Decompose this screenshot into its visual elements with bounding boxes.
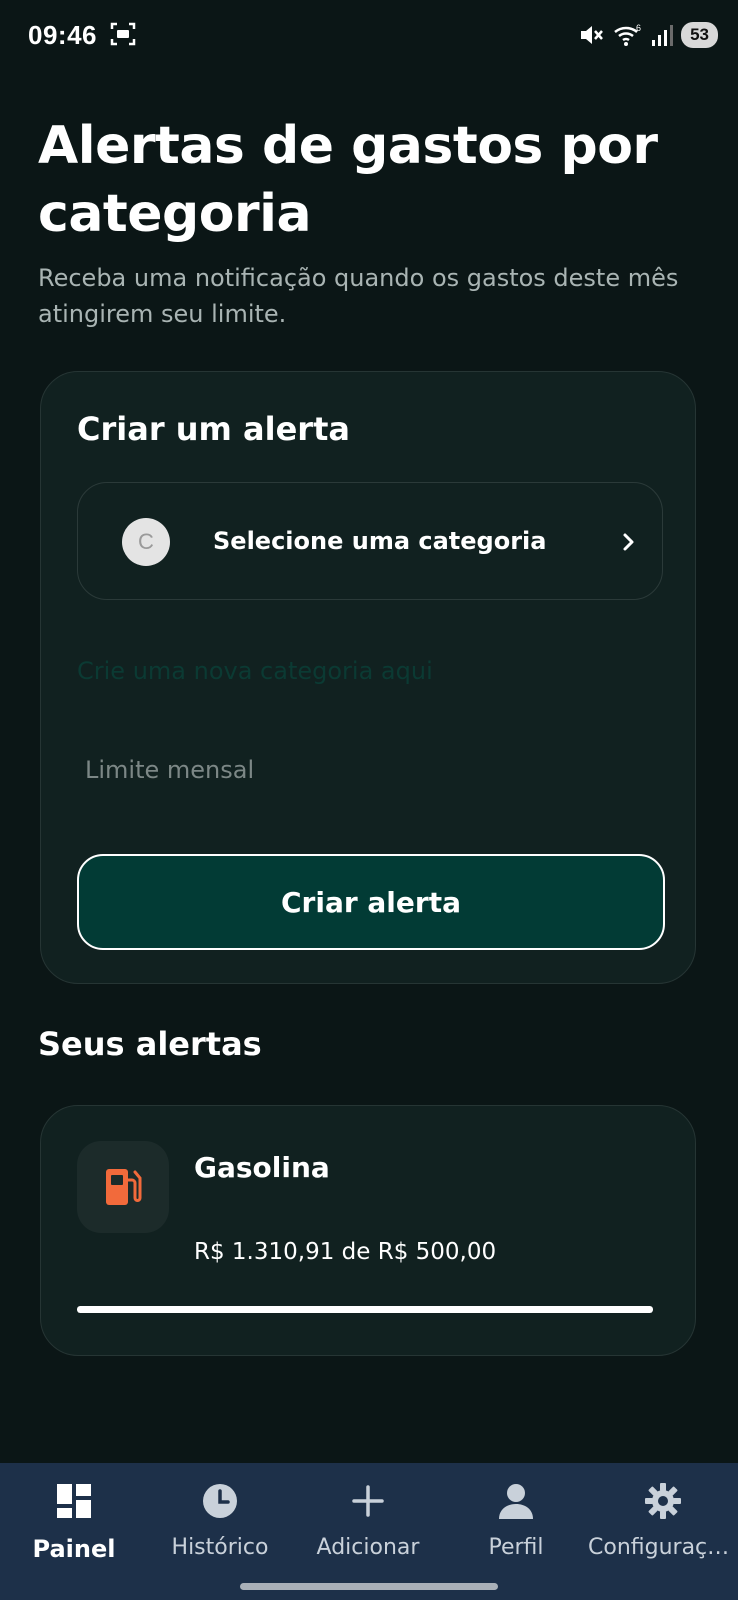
- alert-progress-fill: [77, 1306, 653, 1313]
- create-alert-card: Criar um alerta C Selecione uma categori…: [40, 371, 696, 984]
- nav-label-adicionar: Adicionar: [316, 1535, 420, 1560]
- bottom-nav: Painel Histórico Adicionar Perfil Config…: [0, 1463, 738, 1600]
- category-selector[interactable]: C Selecione uma categoria: [77, 482, 663, 600]
- svg-text:6: 6: [636, 23, 641, 33]
- gear-icon: [645, 1483, 681, 1519]
- alert-amount: R$ 1.310,91 de R$ 500,00: [194, 1239, 497, 1265]
- status-time: 09:46: [28, 20, 97, 50]
- person-icon: [499, 1484, 533, 1519]
- create-alert-button[interactable]: Criar alerta: [77, 854, 665, 950]
- status-icons: 6 53: [579, 20, 718, 50]
- alert-progress-bar: [77, 1306, 653, 1313]
- nav-label-perfil: Perfil: [488, 1535, 544, 1560]
- nav-label-historico: Histórico: [171, 1535, 269, 1560]
- dashboard-icon: [57, 1484, 91, 1518]
- clock-icon: [203, 1484, 237, 1518]
- category-selector-label: Selecione uma categoria: [213, 527, 547, 555]
- home-indicator[interactable]: [240, 1583, 498, 1590]
- chevron-right-icon: [623, 533, 634, 551]
- screenshot-icon: [110, 22, 136, 46]
- alert-card[interactable]: Gasolina R$ 1.310,91 de R$ 500,00: [40, 1105, 696, 1356]
- signal-icon: [652, 25, 674, 46]
- wifi-icon: 6: [614, 23, 641, 46]
- page-title: Alertas de gastos por categoria: [38, 116, 658, 244]
- category-avatar: C: [122, 518, 170, 566]
- create-alert-title: Criar um alerta: [77, 410, 350, 448]
- nav-label-configuracoes: Configurações: [588, 1535, 738, 1560]
- page-subtitle: Receba uma notificação quando os gastos …: [38, 264, 679, 328]
- plus-icon: [352, 1485, 384, 1517]
- nav-item-painel[interactable]: Painel: [0, 1481, 148, 1563]
- status-bar: 09:46 6 53: [0, 0, 738, 70]
- new-category-link[interactable]: Crie uma nova categoria aqui: [77, 657, 433, 685]
- mute-icon: [581, 26, 604, 44]
- nav-label-painel: Painel: [32, 1535, 116, 1563]
- fuel-pump-icon: [106, 1169, 142, 1205]
- nav-item-configuracoes[interactable]: Configurações: [588, 1481, 738, 1560]
- battery-icon: 53: [681, 22, 718, 48]
- nav-item-perfil[interactable]: Perfil: [442, 1481, 590, 1560]
- alerts-section-title: Seus alertas: [38, 1025, 262, 1063]
- nav-item-adicionar[interactable]: Adicionar: [294, 1481, 442, 1560]
- nav-item-historico[interactable]: Histórico: [146, 1481, 294, 1560]
- alert-icon-box: [77, 1141, 169, 1233]
- alert-name: Gasolina: [194, 1151, 330, 1184]
- monthly-limit-input[interactable]: [77, 742, 663, 798]
